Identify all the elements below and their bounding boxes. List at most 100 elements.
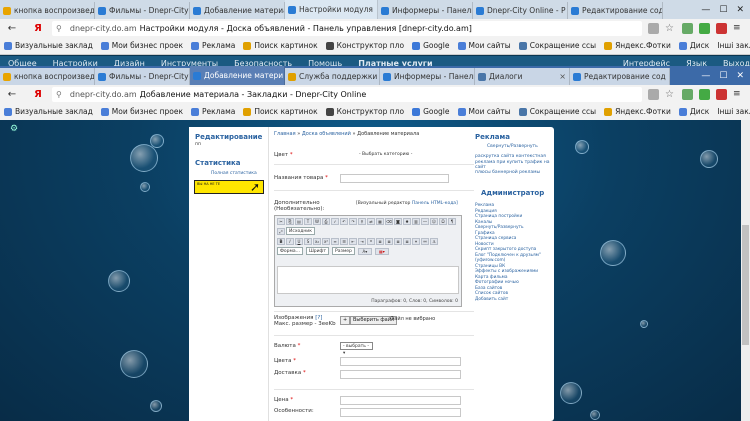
ordered-list-icon[interactable]: ≡ <box>331 237 339 245</box>
extension-icon[interactable] <box>716 23 727 34</box>
price-color-input[interactable] <box>340 357 461 366</box>
extension-icon[interactable] <box>648 89 659 100</box>
features-input[interactable] <box>340 408 461 417</box>
bookmark-item[interactable]: Яндекс.Фотки <box>600 107 675 116</box>
bookmark-item[interactable]: Google <box>408 107 453 116</box>
bookmark-item[interactable]: Сокращение ссы <box>515 41 600 50</box>
back-icon[interactable]: ← <box>6 89 18 100</box>
extension-icon[interactable] <box>716 89 727 100</box>
find-icon[interactable]: ⚲ <box>358 217 366 225</box>
bookmark-item[interactable]: Мои сайты <box>454 41 515 50</box>
link-icon[interactable]: ⚭ <box>412 237 420 245</box>
align-right-icon[interactable]: ≣ <box>394 237 402 245</box>
align-left-icon[interactable]: ≣ <box>376 237 384 245</box>
anchor-icon[interactable]: ⚓ <box>430 237 438 245</box>
maximize-icon[interactable]: ☐ <box>719 71 727 81</box>
bookmark-item[interactable]: Мои бизнес проек <box>97 107 187 116</box>
other-bookmarks-1[interactable]: Інші закладки <box>713 41 750 50</box>
special-char-icon[interactable]: Ω <box>439 217 447 225</box>
ad-link[interactable]: плюсы баннерной рекламы <box>475 170 554 175</box>
blockquote-icon[interactable]: ❝ <box>367 237 375 245</box>
bookmark-item[interactable]: Визуальные заклад <box>0 107 97 116</box>
cut-icon[interactable]: ✂ <box>277 217 285 225</box>
full-stats-link[interactable]: Полная статистика <box>211 171 268 176</box>
bookmark-item[interactable]: Google <box>408 41 453 50</box>
redo-icon[interactable]: ↷ <box>349 217 357 225</box>
minimize-icon[interactable]: — <box>701 71 710 81</box>
paste-word-icon[interactable]: W <box>313 217 321 225</box>
minimize-icon[interactable]: — <box>701 5 710 15</box>
browser-tab[interactable]: кнопка воспроизвед× <box>0 68 95 85</box>
browser-tab[interactable]: Редактирование сод× <box>570 68 670 85</box>
bookmark-item[interactable]: Конструктор пло <box>322 41 408 50</box>
yandex-logo-icon[interactable]: Я <box>30 89 46 100</box>
breadcrumb-home[interactable]: Главная <box>274 131 296 137</box>
copy-icon[interactable]: ⎘ <box>286 217 294 225</box>
extension-icon[interactable] <box>682 23 693 34</box>
browser-tab[interactable]: Информеры - Панель× <box>378 2 473 19</box>
unlink-icon[interactable]: ⚯ <box>421 237 429 245</box>
page-scrollbar[interactable] <box>741 120 750 421</box>
text-color-icon[interactable]: A▾ <box>357 247 372 255</box>
bookmark-item[interactable]: Диск <box>675 107 713 116</box>
subscript-icon[interactable]: x₂ <box>313 237 321 245</box>
settings-gear-icon[interactable]: ⚙ <box>10 124 18 134</box>
bookmark-item[interactable]: Поиск картинок <box>239 107 321 116</box>
italic-icon[interactable]: I <box>286 237 294 245</box>
replace-icon[interactable]: ⇄ <box>367 217 375 225</box>
extension-icon[interactable] <box>648 23 659 34</box>
back-icon[interactable]: ← <box>6 23 18 34</box>
visual-editor-link[interactable]: [Визуальный редактор <box>356 201 410 206</box>
bookmark-item[interactable]: Поиск картинок <box>239 41 321 50</box>
product-name-input[interactable] <box>340 174 449 183</box>
currency-select[interactable]: - выбрать - ▾ <box>340 342 373 356</box>
image-icon[interactable]: ◙ <box>394 217 402 225</box>
table-icon[interactable]: ▥ <box>412 217 420 225</box>
maximize-icon[interactable]: ☐ <box>719 5 727 15</box>
menu-icon[interactable]: ≡ <box>733 89 744 100</box>
browser-tab[interactable]: кнопка воспроизвед× <box>0 2 95 19</box>
bookmark-item[interactable]: Визуальные заклад <box>0 41 97 50</box>
format-select[interactable]: Форма... <box>277 247 303 255</box>
hr-icon[interactable]: ― <box>421 217 429 225</box>
ad-link[interactable]: реклама при купить трафик на сайт <box>475 160 554 171</box>
browser-tab[interactable]: Информеры - Панель× <box>380 68 475 85</box>
tab-close-icon[interactable]: × <box>666 72 670 81</box>
extension-icon[interactable] <box>682 89 693 100</box>
browser-tab[interactable]: Dnepr-City Online - Р× <box>473 2 568 19</box>
star-icon[interactable]: ☆ <box>665 23 676 34</box>
html-mode-link[interactable]: Панель HTML-кода] <box>412 201 458 206</box>
remove-format-icon[interactable]: ⌫ <box>385 217 393 225</box>
bullet-list-icon[interactable]: ☰ <box>340 237 348 245</box>
browser-tab[interactable]: Добавление материа× <box>190 2 285 19</box>
extension-icon[interactable] <box>699 89 710 100</box>
browser-tab[interactable]: Служба поддержки× <box>285 68 380 85</box>
bookmark-item[interactable]: Мои бизнес проек <box>97 41 187 50</box>
breadcrumb-section[interactable]: Доска объявлений <box>302 131 351 137</box>
url-field-2[interactable]: ⚲ dnepr-city.do.am Добавление материала … <box>52 87 642 102</box>
category-select[interactable]: - Выбрать категорию - <box>359 152 412 157</box>
star-icon[interactable]: ☆ <box>665 89 676 100</box>
align-center-icon[interactable]: ≣ <box>385 237 393 245</box>
undo-icon[interactable]: ↶ <box>340 217 348 225</box>
scrollbar-thumb[interactable] <box>742 225 749 345</box>
add-image-button[interactable]: + <box>340 316 351 325</box>
bookmark-item[interactable]: Сокращение ссы <box>515 107 600 116</box>
price-input[interactable] <box>340 396 461 405</box>
bookmark-item[interactable]: Реклама <box>187 107 239 116</box>
bookmark-item[interactable]: Реклама <box>187 41 239 50</box>
editor-text-area[interactable] <box>277 266 459 294</box>
close-icon[interactable]: ✕ <box>736 5 744 15</box>
spell-icon[interactable]: ✓ <box>331 217 339 225</box>
maximize-icon[interactable]: ⤢ <box>277 227 285 235</box>
paste-icon[interactable]: ▤ <box>295 217 303 225</box>
print-icon[interactable]: ⎙ <box>322 217 330 225</box>
font-select[interactable]: Шрифт <box>305 247 329 255</box>
tab-close-icon[interactable]: × <box>556 72 566 81</box>
size-select[interactable]: Размер <box>332 247 355 255</box>
outdent-icon[interactable]: ⇤ <box>349 237 357 245</box>
smiley-icon[interactable]: ☺ <box>430 217 438 225</box>
bg-color-icon[interactable]: ▦▾ <box>374 247 389 255</box>
browser-tab[interactable]: Фильмы - Dnepr-City× <box>95 2 190 19</box>
browser-tab[interactable]: Фильмы - Dnepr-City× <box>95 68 190 85</box>
